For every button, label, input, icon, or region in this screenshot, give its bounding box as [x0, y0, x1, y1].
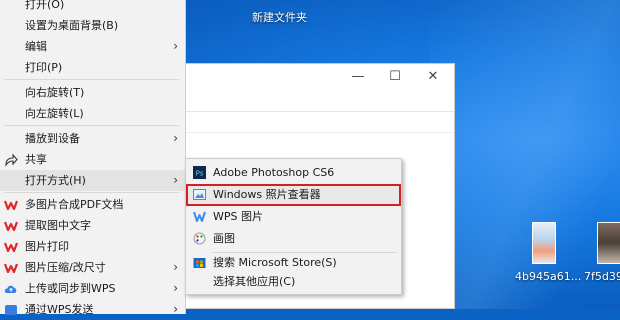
chevron-right-icon: ›	[173, 173, 178, 187]
app-label: 画图	[213, 232, 235, 245]
wps-icon	[4, 263, 18, 274]
menu-item-label: 打开(O)	[25, 0, 65, 11]
menu-item-edit[interactable]: 编辑 ›	[0, 36, 186, 57]
menu-item-label: 向右旋转(T)	[25, 86, 85, 99]
menu-item-open[interactable]: 打开(O)	[0, 0, 186, 15]
menu-item-merge-pdf[interactable]: 多图片合成PDF文档	[0, 194, 186, 215]
menu-item-extract-text[interactable]: 提取图中文字	[0, 215, 186, 236]
chevron-right-icon: ›	[173, 281, 178, 295]
wps-image-icon	[193, 211, 206, 222]
desktop-folder-label[interactable]: 新建文件夹	[252, 9, 307, 25]
app-photoshop[interactable]: Ps Adobe Photoshop CS6	[186, 162, 401, 184]
menu-item-share[interactable]: 共享	[0, 149, 186, 170]
menu-item-send-wps[interactable]: 通过WPS发送 ›	[0, 299, 186, 320]
menu-item-label: 共享	[25, 153, 47, 166]
app-label: 选择其他应用(C)	[213, 275, 296, 288]
app-windows-photo-viewer[interactable]: Windows 照片查看器	[186, 184, 401, 206]
menu-item-label: 打印(P)	[25, 61, 63, 74]
app-choose-other[interactable]: 选择其他应用(C)	[186, 271, 401, 293]
menu-item-label: 打开方式(H)	[25, 174, 86, 187]
paint-icon	[193, 232, 206, 245]
send-icon	[5, 305, 17, 315]
menu-item-image-compress[interactable]: 图片压缩/改尺寸 ›	[0, 257, 186, 278]
menu-item-label: 上传或同步到WPS	[25, 282, 116, 295]
menu-item-label: 编辑	[25, 40, 47, 53]
wallpaper-light	[430, 0, 620, 309]
context-menu: 打开(O) 设置为桌面背景(B) 编辑 › 打印(P) 向右旋转(T) 向左旋转…	[0, 0, 186, 316]
wps-icon	[4, 242, 18, 253]
minimize-icon[interactable]: —	[351, 70, 365, 84]
menu-item-label: 图片打印	[25, 240, 69, 253]
menu-item-image-print[interactable]: 图片打印	[0, 236, 186, 257]
chevron-right-icon: ›	[173, 302, 178, 316]
menu-separator	[4, 192, 179, 193]
app-paint[interactable]: 画图	[186, 228, 401, 250]
desktop-file-2-label[interactable]: 7f5d39	[584, 270, 620, 283]
photoshop-icon: Ps	[193, 166, 206, 179]
menu-item-print[interactable]: 打印(P)	[0, 57, 186, 78]
menu-item-label: 提取图中文字	[25, 219, 91, 232]
wps-icon	[4, 200, 18, 211]
window-divider-2	[181, 132, 454, 133]
desktop-file-1-label[interactable]: 4b945a61...	[515, 270, 581, 283]
menu-item-label: 设置为桌面背景(B)	[25, 19, 119, 32]
svg-text:Ps: Ps	[196, 170, 204, 178]
desktop-file-1-icon[interactable]	[532, 222, 556, 264]
chevron-right-icon: ›	[173, 131, 178, 145]
wps-icon	[4, 221, 18, 232]
share-icon	[5, 153, 18, 167]
app-wps-image[interactable]: WPS 图片	[186, 206, 401, 228]
maximize-icon[interactable]: ☐	[388, 70, 402, 84]
menu-item-label: 向左旋转(L)	[25, 107, 84, 120]
chevron-right-icon: ›	[173, 39, 178, 53]
cloud-upload-icon	[4, 285, 17, 293]
app-label: Windows 照片查看器	[213, 188, 321, 201]
menu-item-label: 多图片合成PDF文档	[25, 198, 124, 211]
open-with-submenu: Ps Adobe Photoshop CS6 Windows 照片查看器 WPS…	[185, 158, 402, 295]
window-titlebar: — ☐ ✕	[181, 64, 454, 92]
store-icon	[193, 258, 206, 268]
menu-item-rotate-left[interactable]: 向左旋转(L)	[0, 103, 186, 124]
menu-item-label: 通过WPS发送	[25, 303, 94, 316]
menu-item-rotate-right[interactable]: 向右旋转(T)	[0, 82, 186, 103]
menu-item-set-wallpaper[interactable]: 设置为桌面背景(B)	[0, 15, 186, 36]
menu-item-open-with[interactable]: 打开方式(H) ›	[0, 170, 186, 191]
menu-item-cast-to-device[interactable]: 播放到设备 ›	[0, 128, 186, 149]
chevron-right-icon: ›	[173, 260, 178, 274]
menu-separator	[4, 125, 179, 126]
close-icon[interactable]: ✕	[426, 70, 440, 84]
window-divider	[181, 111, 454, 112]
menu-item-label: 播放到设备	[25, 132, 80, 145]
menu-item-upload-wps[interactable]: 上传或同步到WPS ›	[0, 278, 186, 299]
menu-separator	[4, 79, 179, 80]
photo-viewer-icon	[193, 189, 206, 200]
app-label: WPS 图片	[213, 210, 263, 223]
app-label: Adobe Photoshop CS6	[213, 166, 335, 179]
menu-item-label: 图片压缩/改尺寸	[25, 261, 106, 274]
desktop-file-2-icon[interactable]	[597, 222, 620, 264]
